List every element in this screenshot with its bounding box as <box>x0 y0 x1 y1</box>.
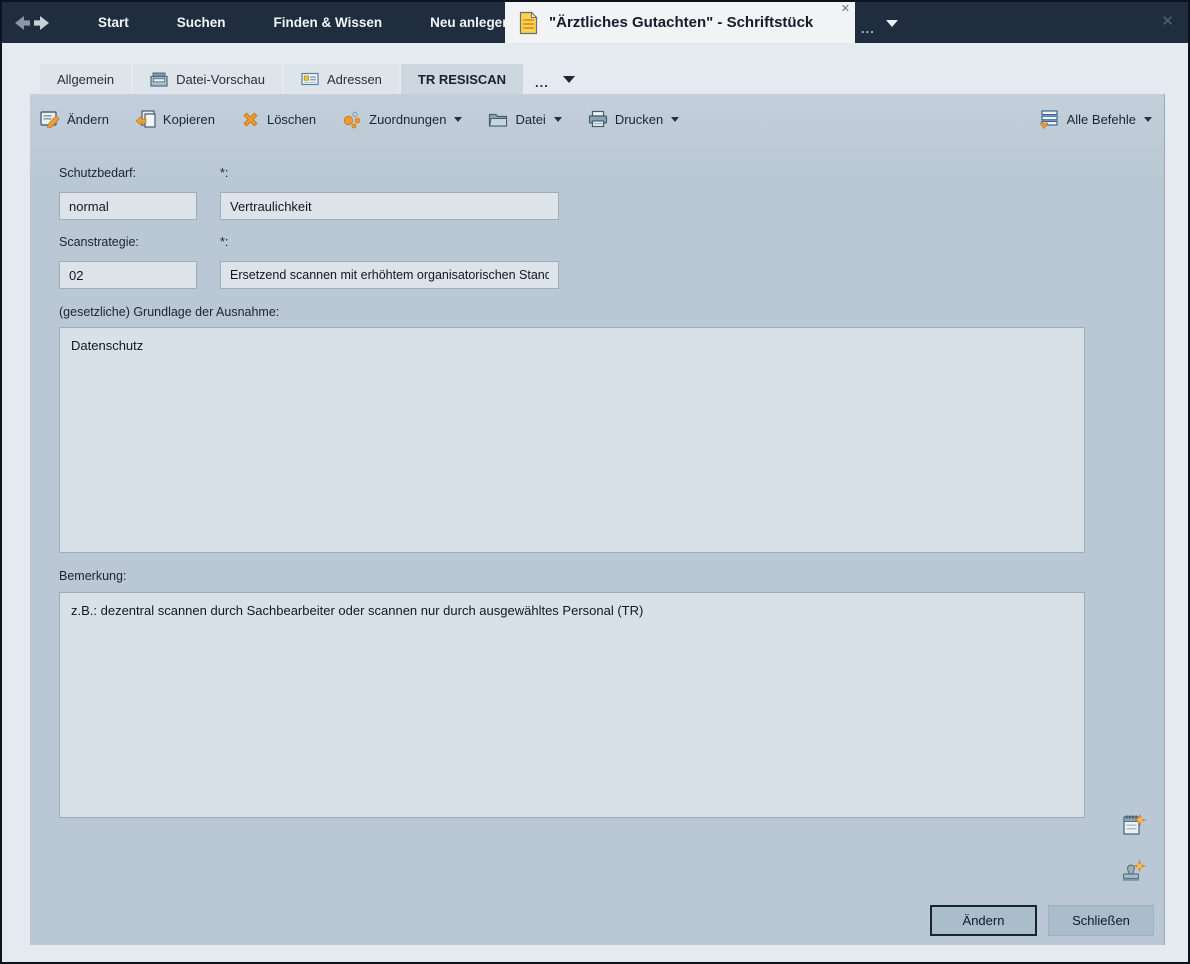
menu-item-suchen[interactable]: Suchen <box>153 2 250 43</box>
assignments-icon <box>342 110 362 129</box>
kopieren-label: Kopieren <box>163 112 215 127</box>
document-icon <box>519 11 538 35</box>
alle-befehle-dropdown-icon <box>1144 117 1152 122</box>
schliessen-label: Schließen <box>1072 913 1130 928</box>
scanstrategie-label: Scanstrategie: <box>59 235 139 249</box>
bemerkung-textarea[interactable]: z.B.: dezentral scannen durch Sachbearbe… <box>59 592 1085 818</box>
aendern-label: Ändern <box>67 112 109 127</box>
drucken-button[interactable]: Drucken <box>588 110 679 128</box>
datei-label: Datei <box>515 112 545 127</box>
all-commands-icon <box>1038 109 1060 129</box>
schutzbedarf-detail-input[interactable] <box>220 192 559 220</box>
kopieren-button[interactable]: Kopieren <box>135 110 215 129</box>
tabstrip-dropdown-icon[interactable] <box>563 76 575 83</box>
printer-icon <box>588 110 608 128</box>
datei-button[interactable]: Datei <box>488 111 561 128</box>
tab-adressen-label: Adressen <box>327 72 382 87</box>
document-tab-close-icon[interactable]: ✕ <box>841 4 850 15</box>
document-tab-title: "Ärztliches Gutachten" - Schriftstück <box>549 14 813 31</box>
loeschen-label: Löschen <box>267 112 316 127</box>
schutzbedarf-detail-label: *: <box>220 166 228 180</box>
file-preview-icon <box>150 72 168 87</box>
zuordnungen-button[interactable]: Zuordnungen <box>342 110 462 129</box>
schutzbedarf-input[interactable] <box>59 192 197 220</box>
tab-adressen[interactable]: Adressen <box>284 64 399 94</box>
folder-icon <box>488 111 508 128</box>
action-toolbar: Ändern Kopieren Löschen <box>40 105 1152 133</box>
back-forward-icon <box>12 14 56 32</box>
form-tab-strip: Allgemein Datei-Vorschau Adressen TR RES… <box>40 64 575 94</box>
schutzbedarf-label: Schutzbedarf: <box>59 166 136 180</box>
datei-dropdown-icon <box>554 117 562 122</box>
new-stamp-icon <box>1120 858 1147 885</box>
new-note-icon <box>1120 812 1147 839</box>
grundlage-textarea[interactable]: Datenschutz <box>59 327 1085 553</box>
alle-befehle-button[interactable]: Alle Befehle <box>1038 109 1152 129</box>
scanstrategie-detail-label: *: <box>220 235 228 249</box>
tabstrip-overflow-label[interactable]: ... <box>535 79 549 87</box>
window-close-icon[interactable]: ✕ <box>1161 14 1174 29</box>
new-note-button[interactable] <box>1120 812 1147 844</box>
tab-overflow-label[interactable]: ... <box>861 24 875 34</box>
aendern-footer-label: Ändern <box>963 913 1005 928</box>
aendern-button[interactable]: Ändern <box>40 110 109 128</box>
tab-tr-resiscan[interactable]: TR RESISCAN <box>401 64 523 94</box>
tab-datei-vorschau[interactable]: Datei-Vorschau <box>133 64 282 94</box>
address-card-icon <box>301 72 319 86</box>
document-tab[interactable]: "Ärztliches Gutachten" - Schriftstück ✕ <box>505 2 855 43</box>
grundlage-label: (gesetzliche) Grundlage der Ausnahme: <box>59 305 279 319</box>
tab-allgemein-label: Allgemein <box>57 72 114 87</box>
scanstrategie-detail-input[interactable] <box>220 261 559 289</box>
drucken-label: Drucken <box>615 112 663 127</box>
alle-befehle-label: Alle Befehle <box>1067 112 1136 127</box>
zuordnungen-label: Zuordnungen <box>369 112 446 127</box>
tr-resiscan-panel: Ändern Kopieren Löschen <box>30 94 1165 945</box>
delete-x-icon <box>241 110 260 129</box>
tab-allgemein[interactable]: Allgemein <box>40 64 131 94</box>
navigation-arrows[interactable] <box>12 14 56 32</box>
tab-list-dropdown-icon[interactable] <box>886 20 898 27</box>
application-window: Start Suchen Finden & Wissen Neu anlegen… <box>0 0 1190 964</box>
copy-icon <box>135 110 156 129</box>
aendern-footer-button[interactable]: Ändern <box>930 905 1037 936</box>
drucken-dropdown-icon <box>671 117 679 122</box>
title-bar: Start Suchen Finden & Wissen Neu anlegen… <box>2 2 1188 43</box>
loeschen-button[interactable]: Löschen <box>241 110 316 129</box>
new-stamp-button[interactable] <box>1120 858 1147 890</box>
tab-datei-vorschau-label: Datei-Vorschau <box>176 72 265 87</box>
schliessen-button[interactable]: Schließen <box>1048 905 1154 936</box>
edit-icon <box>40 110 60 128</box>
menu-item-start[interactable]: Start <box>74 2 153 43</box>
zuordnungen-dropdown-icon <box>454 117 462 122</box>
scanstrategie-input[interactable] <box>59 261 197 289</box>
bemerkung-label: Bemerkung: <box>59 569 126 583</box>
menu-item-finden-wissen[interactable]: Finden & Wissen <box>250 2 407 43</box>
main-menu: Start Suchen Finden & Wissen Neu anlegen <box>74 2 534 43</box>
tab-tr-resiscan-label: TR RESISCAN <box>418 72 506 87</box>
